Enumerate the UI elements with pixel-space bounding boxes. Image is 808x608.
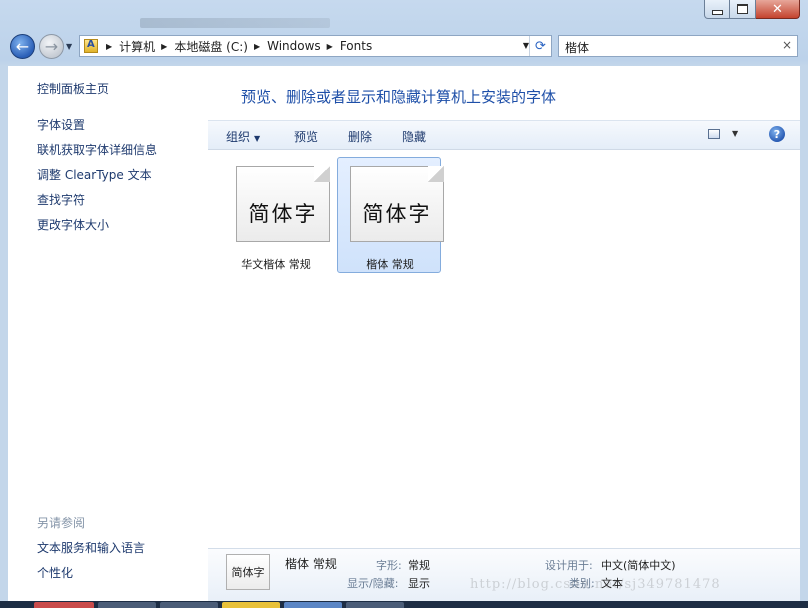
- search-input[interactable]: [563, 37, 767, 57]
- breadcrumb-chevron-icon[interactable]: ▶: [106, 42, 112, 51]
- fonts-folder-icon: [84, 39, 98, 53]
- page-fold: [428, 166, 444, 182]
- font-preview-icon: 简体字: [236, 166, 330, 242]
- help-button[interactable]: ?: [769, 126, 785, 142]
- see-also-heading: 另请参阅: [37, 516, 86, 530]
- breadcrumb-computer[interactable]: 计算机: [119, 38, 155, 55]
- page-fold: [314, 166, 330, 182]
- details-show-hide-value: 显示: [408, 577, 430, 590]
- minimize-button[interactable]: [704, 0, 730, 19]
- back-arrow-icon: ←: [15, 37, 30, 56]
- maximize-icon: [737, 4, 748, 14]
- font-file-list: 简体字 华文楷体 常规 简体字 楷体 常规: [208, 151, 800, 548]
- breadcrumb-chevron-icon[interactable]: ▶: [161, 42, 167, 51]
- breadcrumb-fonts[interactable]: Fonts: [340, 39, 372, 53]
- sidebar-link-text-services[interactable]: 文本服务和输入语言: [37, 539, 145, 556]
- sidebar-link-personalization[interactable]: 个性化: [37, 564, 73, 581]
- title-bar: ✕: [0, 0, 808, 28]
- details-designed-for-value: 中文(简体中文): [601, 559, 676, 572]
- taskbar-item[interactable]: [160, 602, 218, 608]
- navigation-bar: ← → ▼ ▶ 计算机 ▶ 本地磁盘 (C:) ▶ Windows ▶ Font…: [0, 30, 808, 62]
- preview-button[interactable]: 预览: [294, 128, 318, 145]
- back-button[interactable]: ←: [10, 34, 35, 59]
- sidebar-link-get-font-info-online[interactable]: 联机获取字体详细信息: [37, 141, 157, 158]
- sidebar-link-change-font-size[interactable]: 更改字体大小: [37, 216, 109, 233]
- sidebar-link-control-panel-home[interactable]: 控制面板主页: [37, 80, 109, 97]
- explorer-window: ✕ ← → ▼ ▶ 计算机 ▶ 本地磁盘 (C:) ▶ Windows ▶ Fo…: [0, 0, 808, 608]
- breadcrumb-windows[interactable]: Windows: [267, 39, 321, 53]
- taskbar-item[interactable]: [34, 602, 94, 608]
- organize-menu-button[interactable]: 组织 ▼: [226, 128, 260, 145]
- maximize-button[interactable]: [730, 0, 756, 19]
- recent-pages-dropdown-icon[interactable]: ▼: [66, 42, 72, 51]
- clear-search-icon[interactable]: ×: [782, 38, 792, 52]
- pane-header: 预览、删除或者显示和隐藏计算机上安装的字体: [208, 66, 800, 120]
- details-designed-for-label: 设计用于:: [545, 559, 593, 572]
- taskbar-item[interactable]: [346, 602, 404, 608]
- caption-buttons: ✕: [704, 0, 800, 19]
- refresh-button[interactable]: ⟳: [529, 36, 551, 56]
- font-tile-label: 楷体 常规: [366, 258, 414, 271]
- details-style-label: 字形:: [376, 559, 402, 572]
- details-show-hide-label: 显示/隐藏:: [347, 577, 399, 590]
- forward-button[interactable]: →: [39, 34, 64, 59]
- details-style-value: 常规: [408, 559, 430, 572]
- font-preview-icon: 简体字: [350, 166, 444, 242]
- breadcrumb: ▶ 计算机 ▶ 本地磁盘 (C:) ▶ Windows ▶ Fonts: [100, 38, 372, 55]
- hide-button[interactable]: 隐藏: [402, 128, 426, 145]
- task-sidebar: 控制面板主页 字体设置 联机获取字体详细信息 调整 ClearType 文本 查…: [8, 66, 208, 580]
- command-bar: 组织 ▼ 预览 删除 隐藏 ▼ ?: [208, 120, 800, 150]
- refresh-icon: ⟳: [535, 38, 546, 54]
- search-box: ×: [558, 35, 798, 57]
- breadcrumb-chevron-icon[interactable]: ▶: [327, 42, 333, 51]
- font-tile-kaiti[interactable]: 简体字 楷体 常规: [337, 157, 444, 273]
- font-preview-text: 简体字: [248, 202, 318, 226]
- sidebar-link-find-character[interactable]: 查找字符: [37, 191, 85, 208]
- breadcrumb-chevron-icon[interactable]: ▶: [254, 42, 260, 51]
- font-tile-label: 华文楷体 常规: [241, 258, 311, 271]
- font-preview-text: 简体字: [362, 202, 432, 226]
- minimize-icon: [711, 9, 723, 15]
- organize-label: 组织: [226, 130, 251, 144]
- delete-button[interactable]: 删除: [348, 128, 372, 145]
- help-icon: ?: [773, 127, 781, 141]
- taskbar-item[interactable]: [222, 602, 280, 608]
- sidebar-link-adjust-cleartype[interactable]: 调整 ClearType 文本: [37, 166, 152, 183]
- view-options-chevron-icon[interactable]: ▼: [732, 129, 738, 138]
- font-tile-huawen-kaiti[interactable]: 简体字 华文楷体 常规: [223, 157, 330, 273]
- watermark: http://blog.csdn.net/sj349781478: [470, 577, 721, 592]
- taskbar-item[interactable]: [284, 602, 342, 608]
- taskbar-item[interactable]: [98, 602, 156, 608]
- window-body: 控制面板主页 字体设置 联机获取字体详细信息 调整 ClearType 文本 查…: [8, 66, 800, 608]
- details-font-thumbnail: 简体字: [226, 554, 270, 590]
- content-pane: 预览、删除或者显示和隐藏计算机上安装的字体 组织 ▼ 预览 删除 隐藏 ▼ ? 简…: [208, 66, 800, 548]
- close-icon: ✕: [772, 1, 783, 17]
- change-view-icon[interactable]: [708, 129, 720, 139]
- title-ghost: [140, 18, 330, 28]
- close-button[interactable]: ✕: [756, 0, 800, 19]
- chevron-down-icon: ▼: [254, 134, 261, 143]
- address-bar[interactable]: ▶ 计算机 ▶ 本地磁盘 (C:) ▶ Windows ▶ Fonts ▼ ⟳: [79, 35, 552, 57]
- details-font-name: 楷体 常规: [285, 557, 337, 571]
- forward-arrow-icon: →: [44, 37, 59, 56]
- breadcrumb-local-disk[interactable]: 本地磁盘 (C:): [174, 38, 248, 55]
- sidebar-link-font-settings[interactable]: 字体设置: [37, 116, 85, 133]
- page-title: 预览、删除或者显示和隐藏计算机上安装的字体: [241, 88, 557, 106]
